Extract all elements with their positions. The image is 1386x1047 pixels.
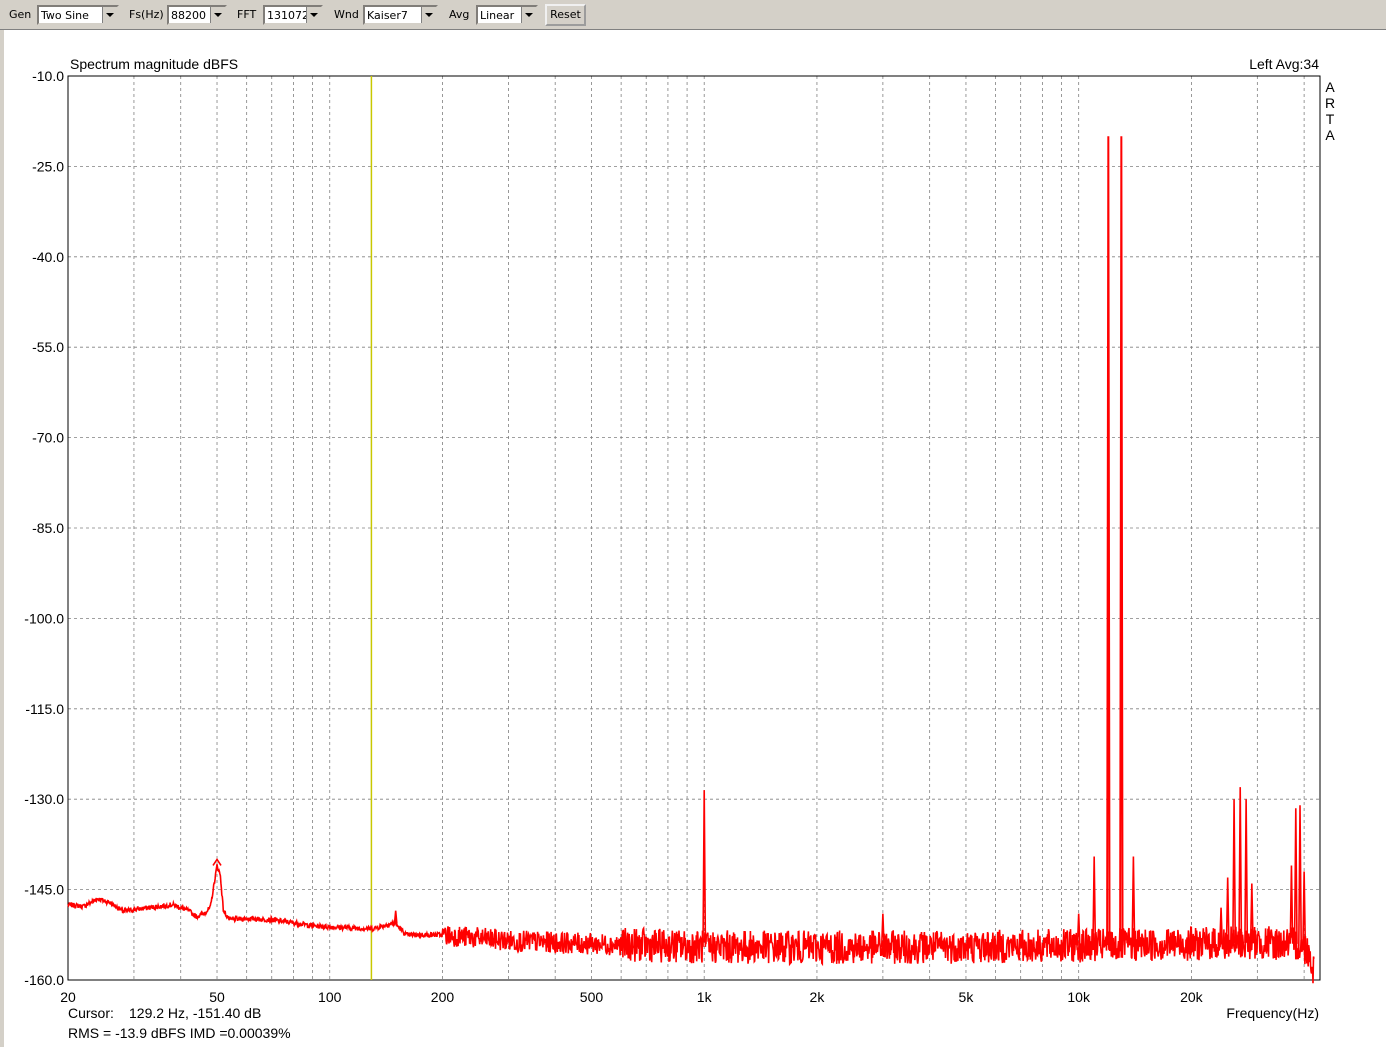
- x-tick-label: 200: [431, 989, 455, 1005]
- spectrum-peak: [1293, 808, 1298, 944]
- stats-readout: RMS = -13.9 dBFS IMD =0.00039%: [68, 1025, 291, 1041]
- y-tick-label: -145.0: [24, 882, 64, 898]
- watermark-letter: T: [1326, 111, 1335, 127]
- cursor-readout: 129.2 Hz, -151.40 dB: [129, 1005, 261, 1021]
- x-axis-label: Frequency(Hz): [1226, 1005, 1319, 1021]
- spectrum-peak: [1119, 136, 1124, 945]
- spectrum-chart[interactable]: -10.0 -25.0 -40.0 -55.0 -70.0 -85.0 -100.0 -115…: [0, 0, 1386, 1047]
- spectrum-peak: [1244, 799, 1249, 943]
- spectrum-peak: [1298, 805, 1303, 946]
- y-tick-label: -25.0: [32, 158, 64, 174]
- grid-lines: [68, 75, 1320, 981]
- x-tick-label: 1k: [697, 989, 713, 1005]
- spectrum-trace: [67, 136, 1315, 984]
- x-tick-label: 10k: [1067, 989, 1091, 1005]
- spectrum-peak: [1225, 877, 1230, 944]
- y-tick-label: -40.0: [32, 249, 64, 265]
- y-tick-label: -70.0: [32, 430, 64, 446]
- watermark-letter: R: [1325, 95, 1335, 111]
- y-tick-label: -130.0: [24, 791, 64, 807]
- spectrum-peak: [1092, 856, 1097, 946]
- y-tick-label: -85.0: [32, 520, 64, 536]
- spectrum-peak: [1106, 136, 1111, 946]
- y-tick-label: -55.0: [32, 339, 64, 355]
- cursor-label: Cursor:: [68, 1005, 114, 1021]
- noise-floor-line: [67, 864, 1315, 984]
- x-tick-label: 5k: [959, 989, 975, 1005]
- y-tick-label: -10.0: [32, 68, 64, 84]
- x-tick-label: 500: [580, 989, 604, 1005]
- watermark-letter: A: [1325, 79, 1335, 95]
- chart-title: Spectrum magnitude dBFS: [70, 56, 238, 72]
- channel-info: Left Avg:34: [1249, 56, 1319, 72]
- x-tick-label: 20: [60, 989, 76, 1005]
- y-tick-label: -160.0: [24, 972, 64, 988]
- y-tick-label: -115.0: [25, 701, 64, 717]
- y-tick-label: -100.0: [24, 610, 64, 626]
- x-tick-label: 50: [209, 989, 225, 1005]
- x-tick-label: 2k: [810, 989, 826, 1005]
- watermark-letter: A: [1325, 127, 1335, 143]
- x-tick-label: 20k: [1180, 989, 1204, 1005]
- arta-watermark: ARTA: [1325, 79, 1335, 143]
- x-tick-label: 100: [318, 989, 342, 1005]
- spectrum-peak: [1232, 799, 1237, 944]
- spectrum-peak: [1238, 787, 1243, 943]
